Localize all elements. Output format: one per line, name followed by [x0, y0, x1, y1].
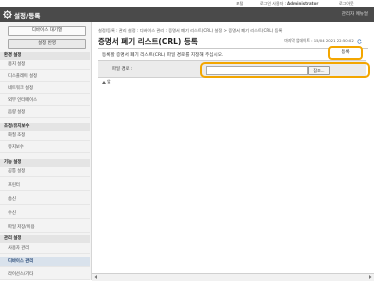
- up-triangle-icon: [102, 80, 106, 84]
- sidebar-item-paper[interactable]: 용지 설정: [0, 60, 90, 70]
- scroll-right-icon[interactable]: [368, 275, 372, 279]
- back-to-top-label: 앞: [107, 79, 111, 84]
- title-bar: 설정/등록 관리자 메뉴얼: [0, 7, 374, 22]
- file-path-input[interactable]: [206, 66, 308, 75]
- sidebar-section-preferences: 환경 설정: [0, 52, 90, 60]
- user-name: Administrator: [287, 1, 319, 6]
- breadcrumb: 설정/등록 : 관리 설정 : 디바이스 관리 : 증명서 폐기 리스트(CRL…: [98, 28, 283, 33]
- sidebar-item-volume[interactable]: 음량 설정: [0, 108, 90, 118]
- apply-settings-button[interactable]: 설정 반영: [8, 39, 86, 49]
- sidebar-item-maintenance[interactable]: 유지보수: [0, 143, 90, 153]
- sidebar-item-store-access-files[interactable]: 파일 저장/이용: [0, 223, 90, 233]
- sidebar-section-management: 관리 설정: [0, 235, 90, 243]
- register-button[interactable]: 등록: [328, 46, 363, 60]
- sidebar-section-adjustment: 조정/유지보수: [0, 123, 90, 131]
- file-path-label: 파일 경로 :: [112, 67, 133, 72]
- sidebar-item-receive[interactable]: 수신: [0, 209, 90, 219]
- sidebar-item-user-management[interactable]: 사용자 관리: [0, 244, 90, 254]
- sidebar-item-common[interactable]: 공통 설정: [0, 167, 90, 177]
- browse-button[interactable]: 참조...: [308, 66, 330, 75]
- gear-icon: [3, 10, 12, 19]
- sidebar-item-display[interactable]: 디스플레이 설정: [0, 72, 90, 82]
- page-title: 증명서 폐기 리스트(CRL) 등록: [98, 37, 198, 46]
- back-to-top-link[interactable]: 앞: [102, 79, 111, 85]
- sidebar-item-license-other[interactable]: 라이선스/기타: [0, 270, 90, 280]
- last-updated: 마지막 업데이트 : 15/04 2021 22:50:02: [284, 38, 362, 44]
- last-updated-label: 마지막 업데이트 : 15/04 2021 22:50:02: [284, 38, 354, 43]
- file-path-highlight: 참조...: [200, 62, 370, 78]
- main-content: 설정/등록 : 관리 설정 : 디바이스 관리 : 증명서 폐기 리스트(CRL…: [92, 22, 374, 280]
- sidebar-item-network[interactable]: 네트워크 설정: [0, 84, 90, 94]
- admin-manual-link[interactable]: 관리자 메뉴얼: [342, 11, 368, 17]
- top-utility-bar: 포털 로그인 사용자 : Administrator 로그아웃: [0, 0, 374, 7]
- sidebar: 디바이스 대기열 설정 반영 환경 설정 용지 설정 디스플레이 설정 네트워크…: [0, 22, 92, 280]
- sidebar-item-image-quality[interactable]: 화질 조정: [0, 131, 90, 141]
- device-status-button[interactable]: 디바이스 대기열: [8, 26, 86, 36]
- sidebar-item-external-interface[interactable]: 외부 인터페이스: [0, 96, 90, 106]
- scroll-left-icon[interactable]: [94, 275, 98, 279]
- refresh-icon[interactable]: [357, 38, 362, 44]
- sidebar-item-printer[interactable]: 프린터: [0, 181, 90, 191]
- file-path-row: 파일 경로 : 참조...: [98, 60, 370, 78]
- sidebar-section-function-settings: 기능 설정: [0, 159, 90, 167]
- app-title: 설정/등록: [14, 12, 41, 20]
- sidebar-item-send[interactable]: 송신: [0, 195, 90, 205]
- sidebar-item-device-management[interactable]: 디바이스 관리: [0, 257, 90, 267]
- instruction-text: 등록할 증명서 폐기 리스트(CRL) 파일 경로를 지정해 주십시오.: [102, 53, 224, 58]
